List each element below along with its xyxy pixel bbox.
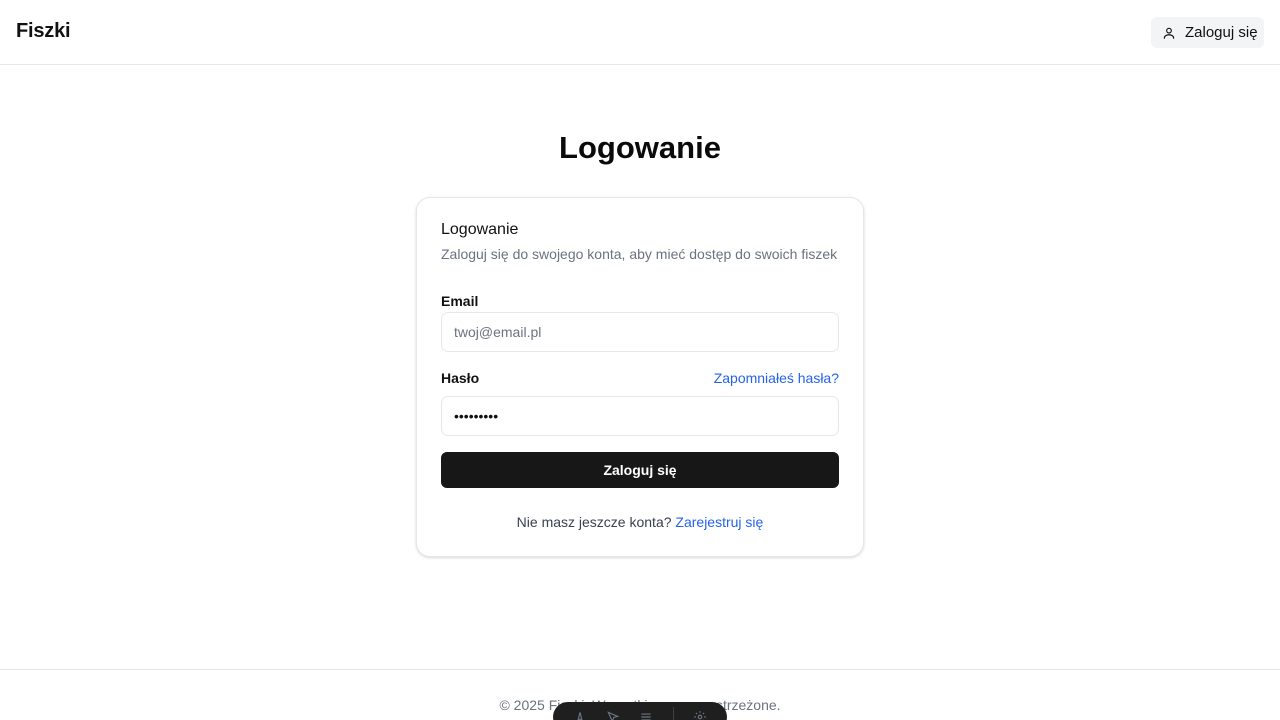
- brand-logo[interactable]: Fiszki: [16, 20, 71, 43]
- signup-prompt-text: Nie masz jeszcze konta?: [516, 514, 672, 530]
- inspect-icon[interactable]: [606, 710, 620, 720]
- toolbar-divider: [672, 707, 674, 720]
- menu-icon[interactable]: [639, 710, 653, 720]
- top-navbar: Fiszki Zaloguj się: [0, 0, 1280, 65]
- password-field[interactable]: [441, 396, 839, 436]
- card-title: Logowanie: [441, 221, 519, 238]
- user-icon: [1162, 26, 1176, 40]
- password-label: Hasło: [441, 370, 480, 386]
- forgot-password-link[interactable]: Zapomniałeś hasła?: [714, 370, 839, 386]
- login-card: Logowanie Zaloguj się do swojego konta, …: [416, 197, 864, 557]
- header-login-label: Zaloguj się: [1185, 24, 1258, 41]
- email-field[interactable]: [441, 312, 839, 352]
- header-login-button[interactable]: Zaloguj się: [1151, 17, 1264, 48]
- settings-icon[interactable]: [693, 710, 707, 720]
- signup-prompt: Nie masz jeszcze konta? Zarejestruj się: [417, 514, 863, 530]
- dev-toolbar[interactable]: [553, 702, 727, 720]
- login-submit-button[interactable]: Zaloguj się: [441, 452, 839, 488]
- card-description: Zaloguj się do swojego konta, aby mieć d…: [441, 246, 838, 262]
- astro-icon[interactable]: [573, 710, 587, 720]
- signup-link[interactable]: Zarejestruj się: [675, 514, 763, 530]
- email-label: Email: [441, 293, 479, 309]
- page-title: Logowanie: [559, 130, 721, 165]
